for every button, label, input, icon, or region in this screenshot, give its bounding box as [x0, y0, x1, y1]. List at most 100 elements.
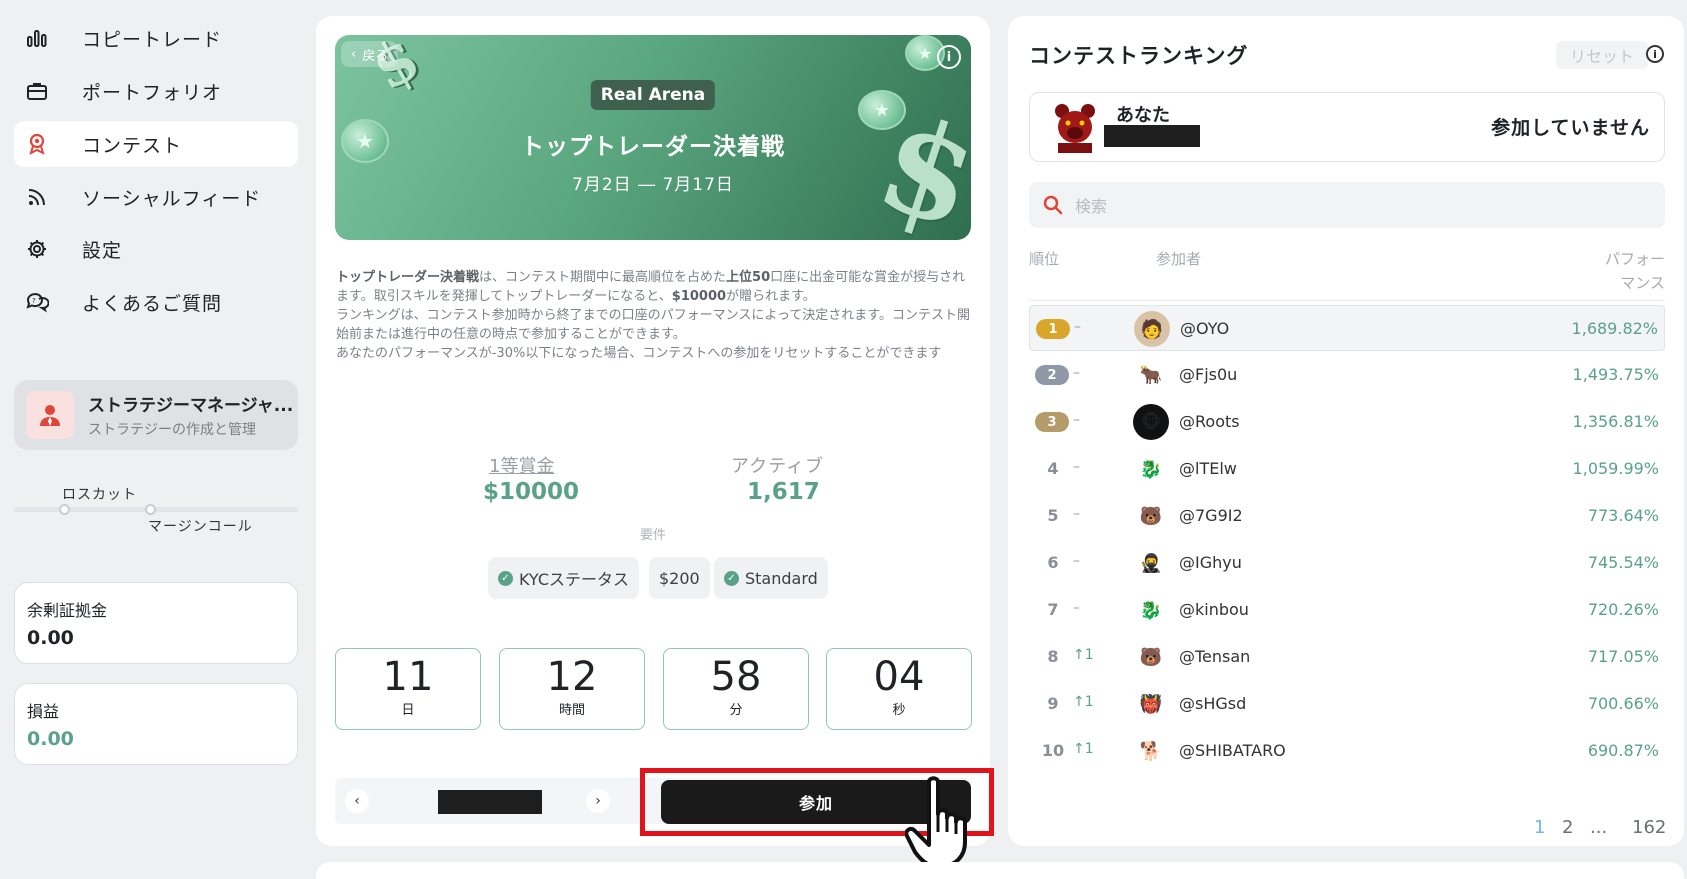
column-performance-2: マンス: [1620, 274, 1665, 292]
free-margin-value: 0.00: [27, 627, 74, 649]
sidebar-item-copytrade[interactable]: コピートレード: [14, 15, 298, 61]
participant-name: @Roots: [1179, 412, 1240, 431]
countdown-value: 58: [710, 654, 762, 700]
your-ranking-card: あなた 参加していません: [1029, 92, 1665, 162]
contest-title: トップトレーダー決着戦: [521, 134, 785, 160]
bear-avatar-icon: 🐻: [1139, 505, 1163, 527]
rank-number: 7: [1047, 600, 1059, 619]
info-icon[interactable]: i: [937, 45, 961, 69]
participant-name: @7G9I2: [1179, 506, 1243, 525]
column-performance-1: パフォー: [1604, 250, 1665, 268]
contest-description: トップトレーダー決着戦は、コンテスト期間中に最高順位を占めた上位50口座に出金可…: [336, 268, 970, 363]
active-label: アクティブ: [731, 456, 825, 477]
rank-change: –: [1073, 506, 1080, 522]
sidebar-item-settings[interactable]: 設定: [14, 226, 298, 272]
page-link-current[interactable]: 1: [1534, 817, 1545, 838]
requirement-label: KYCステータス: [519, 570, 629, 589]
ranking-row[interactable]: 1 – 🧑 @OYO 1,689.82%: [1029, 305, 1665, 351]
sidebar-item-label: コンテスト: [82, 134, 183, 157]
participant-name: @Tensan: [1179, 647, 1251, 666]
faq-icon: ?: [24, 289, 50, 315]
losscut-label: ロスカット: [62, 487, 137, 503]
monkey-avatar-icon: 🐵: [1133, 404, 1169, 440]
rank-badge-silver: 2: [1035, 365, 1069, 385]
gear-icon: [24, 236, 50, 262]
ranking-row[interactable]: 5 – 🐻 @7G9I2 773.64%: [1029, 493, 1665, 539]
ranking-row[interactable]: 10 ↑1 🐕 @SHIBATARO 690.87%: [1029, 728, 1665, 774]
page-link[interactable]: 2: [1562, 817, 1573, 838]
countdown-seconds: 04 秒: [826, 648, 972, 730]
ranking-row[interactable]: 7 – 🐉 @kinbou 720.26%: [1029, 587, 1665, 633]
chevron-right-icon[interactable]: ›: [586, 789, 610, 813]
participant-performance: 717.05%: [1587, 647, 1659, 666]
sidebar-item-portfolio[interactable]: ポートフォリオ: [14, 68, 298, 114]
margin-level-track: [14, 507, 298, 512]
prize-label[interactable]: 1等賞金: [489, 452, 554, 478]
countdown-value: 11: [382, 654, 434, 700]
header-divider: [1029, 300, 1665, 301]
sidebar-item-socialfeed[interactable]: ソーシャルフィード: [14, 174, 298, 220]
countdown-minutes: 58 分: [663, 648, 809, 730]
participant-name: @OYO: [1180, 319, 1230, 338]
participant-name: @kinbou: [1179, 600, 1249, 619]
rank-change: –: [1073, 459, 1080, 475]
you-label: あなた: [1116, 105, 1170, 126]
contest-banner: $ ★ ★ ★ $ ‹ 戻る i Real Arena トップトレーダー決着戦 …: [335, 35, 971, 240]
description-paragraph: あなたのパフォーマンスが-30%以下になった場合、コンテストへの参加をリセットす…: [336, 346, 942, 361]
participant-performance: 720.26%: [1587, 600, 1659, 619]
participant-name: @SHIBATARO: [1179, 741, 1286, 760]
strategy-manager-card[interactable]: ストラテジーマネージャ... ストラテジーの作成と管理: [14, 380, 298, 450]
chart-icon: [24, 25, 50, 51]
rank-change: –: [1073, 553, 1080, 569]
search-icon: [1043, 195, 1063, 215]
ranking-row[interactable]: 2 – 🐂 @Fjs0u 1,493.75%: [1029, 352, 1665, 398]
participant-name: @Fjs0u: [1179, 365, 1238, 384]
avatar: 🧑: [1134, 311, 1170, 347]
rank-badge-bronze: 3: [1035, 412, 1069, 432]
sidebar-item-faq[interactable]: ? よくあるご質問: [14, 279, 298, 325]
sidebar-item-contest[interactable]: コンテスト: [14, 121, 298, 167]
requirement-chip-kyc: ✓ KYCステータス: [488, 557, 639, 599]
search-placeholder: 検索: [1075, 197, 1108, 216]
losscut-marker: [59, 504, 70, 515]
contest-dates: 7月2日 ― 7月17日: [572, 175, 734, 195]
desc-text: が贈られます。: [726, 289, 816, 304]
ranking-row[interactable]: 9 ↑1 👹 @sHGsd 700.66%: [1029, 681, 1665, 727]
sidebar-item-label: ポートフォリオ: [82, 81, 223, 104]
strategy-subtitle: ストラテジーの作成と管理: [88, 422, 256, 438]
participant-performance: 690.87%: [1587, 741, 1659, 760]
ranking-row[interactable]: 8 ↑1 🐻 @Tensan 717.05%: [1029, 634, 1665, 680]
chevron-left-icon: ‹: [351, 46, 357, 62]
chevron-left-icon[interactable]: ‹: [345, 789, 369, 813]
svg-text:?: ?: [32, 297, 36, 305]
rank-number: 6: [1047, 553, 1059, 572]
rank-change: –: [1073, 412, 1080, 428]
sidebar-item-label: コピートレード: [82, 28, 223, 51]
check-icon: ✓: [498, 570, 513, 586]
bear-avatar-icon: [1055, 104, 1095, 153]
sidebar-item-label: ソーシャルフィード: [82, 187, 262, 210]
award-icon: [24, 131, 50, 157]
back-button[interactable]: ‹ 戻る: [341, 41, 399, 67]
arena-badge: Real Arena: [590, 80, 716, 110]
info-icon[interactable]: i: [1646, 45, 1664, 63]
check-icon: ✓: [724, 570, 739, 586]
ranking-row[interactable]: 3 – 🐵 @Roots 1,356.81%: [1029, 399, 1665, 445]
reset-button[interactable]: リセット: [1556, 41, 1649, 69]
countdown-hours: 12 時間: [499, 648, 645, 730]
search-input[interactable]: 検索: [1029, 182, 1665, 228]
participant-performance: 700.66%: [1587, 694, 1659, 713]
participant-performance: 1,356.81%: [1572, 412, 1659, 431]
participant-performance: 1,059.99%: [1572, 459, 1659, 478]
column-participant: 参加者: [1156, 250, 1202, 268]
requirement-label: $200: [659, 568, 700, 588]
page-link-last[interactable]: 162: [1632, 817, 1666, 838]
ranking-row[interactable]: 6 – 🥷 @IGhyu 745.54%: [1029, 540, 1665, 586]
redacted-account: [438, 790, 542, 814]
rank-number: 9: [1047, 694, 1059, 713]
requirements-label: 要件: [639, 528, 666, 543]
pnl-card: 損益 0.00: [14, 683, 298, 765]
desc-text: は、コンテスト期間中に最高順位を占めた: [479, 270, 727, 285]
ranking-row[interactable]: 4 – 🐉 @lTElw 1,059.99%: [1029, 446, 1665, 492]
strategy-title: ストラテジーマネージャ...: [88, 396, 294, 416]
